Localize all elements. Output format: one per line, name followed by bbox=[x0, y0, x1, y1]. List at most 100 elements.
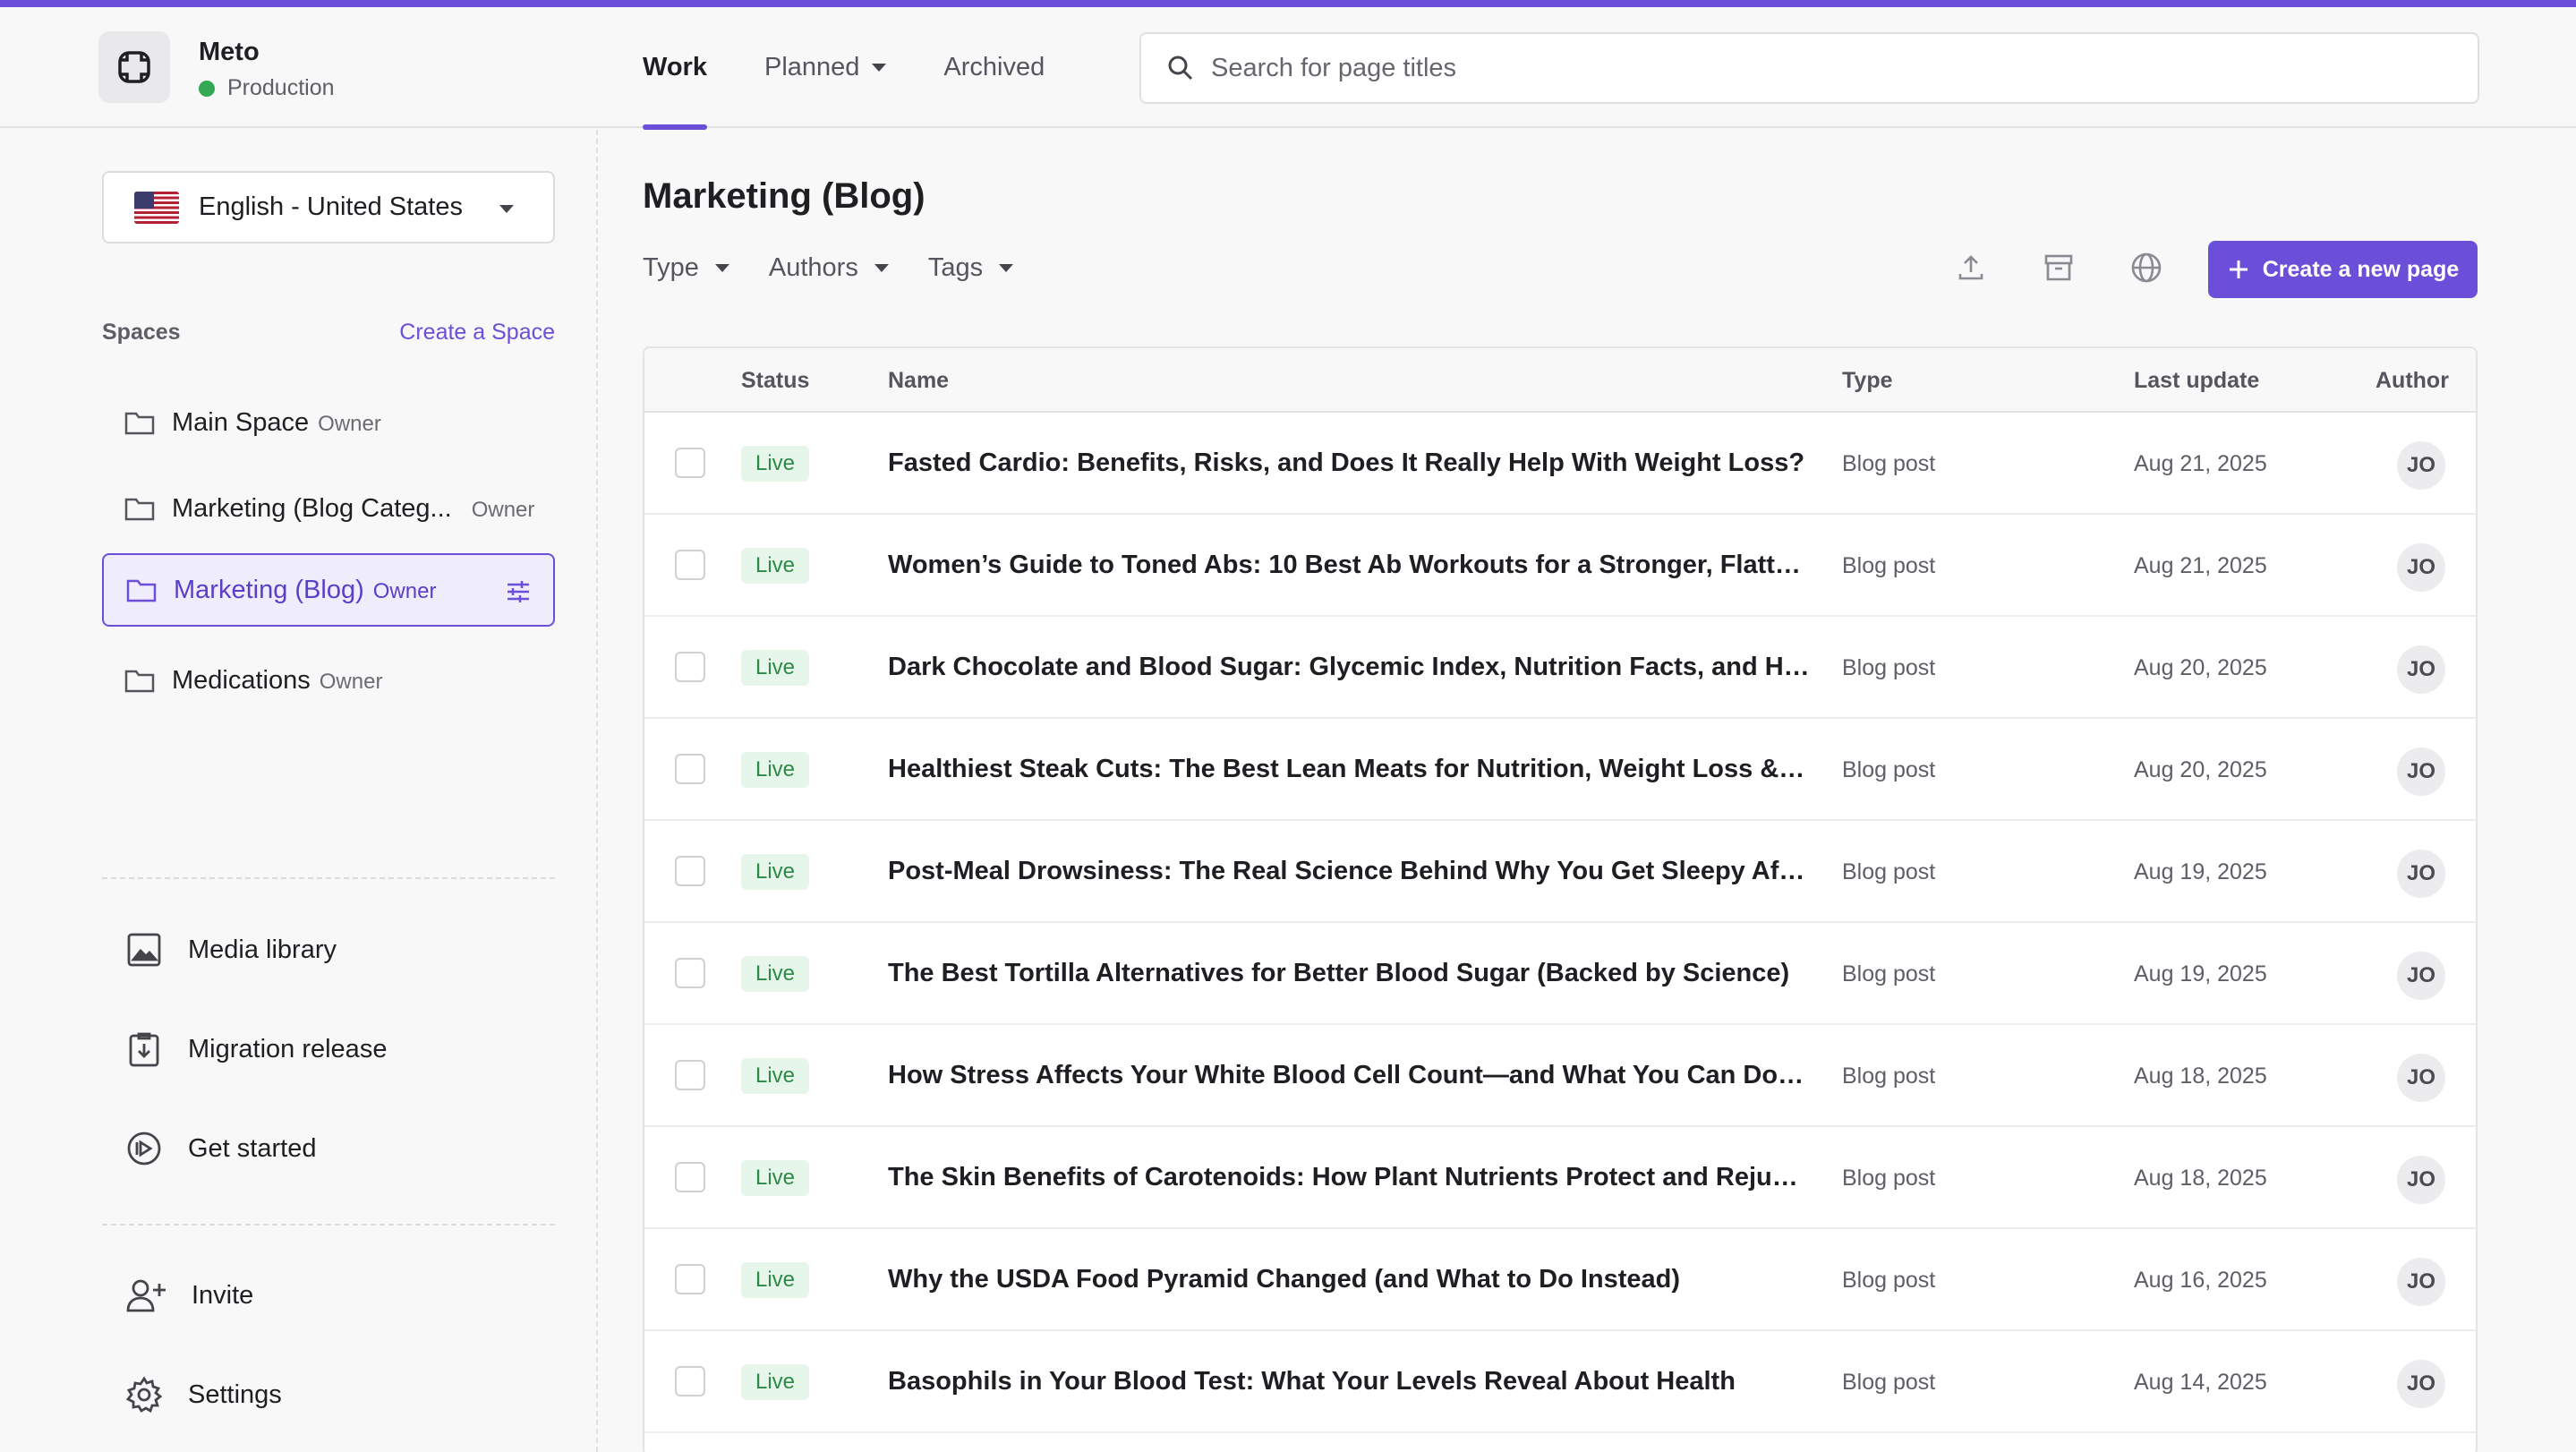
page-name-link[interactable]: The Best Tortilla Alternatives for Bette… bbox=[888, 959, 1810, 988]
environment-label: Production bbox=[227, 75, 335, 100]
table-row[interactable]: Live Women’s Guide to Toned Abs: 10 Best … bbox=[644, 515, 2476, 617]
status-badge: Live bbox=[741, 650, 810, 686]
space-item-marketing-blog[interactable]: Marketing (Blog) Owner bbox=[102, 553, 555, 627]
column-status[interactable]: Status bbox=[741, 368, 809, 394]
page-name-link[interactable]: Post-Meal Drowsiness: The Real Science B… bbox=[888, 857, 1810, 886]
table-row[interactable]: Live Dark Chocolate and Blood Sugar: Glyc… bbox=[644, 617, 2476, 719]
author-avatar[interactable]: JO bbox=[2397, 952, 2445, 1000]
page-name-link[interactable]: Dark Chocolate and Blood Sugar: Glycemic… bbox=[888, 653, 1810, 682]
row-checkbox[interactable] bbox=[675, 1264, 705, 1294]
column-type[interactable]: Type bbox=[1842, 368, 1893, 394]
page-type: Blog post bbox=[1842, 1268, 1936, 1293]
column-last-update[interactable]: Last update bbox=[2134, 368, 2259, 394]
author-avatar[interactable]: JO bbox=[2397, 850, 2445, 898]
export-button[interactable] bbox=[1951, 248, 1991, 287]
create-space-link[interactable]: Create a Space bbox=[399, 320, 555, 346]
play-circle-icon bbox=[127, 1132, 161, 1166]
space-name: Medications bbox=[172, 665, 311, 695]
app-logo[interactable] bbox=[98, 31, 170, 103]
table-row[interactable]: Live Basophils in Your Blood Test: What Y… bbox=[644, 1331, 2476, 1433]
row-checkbox[interactable] bbox=[675, 1366, 705, 1396]
column-author[interactable]: Author bbox=[2376, 368, 2449, 394]
author-avatar[interactable]: JO bbox=[2397, 441, 2445, 490]
row-checkbox[interactable] bbox=[675, 958, 705, 988]
table-row[interactable]: Live How Stress Affects Your White Blood … bbox=[644, 1025, 2476, 1127]
tune-settings-icon[interactable] bbox=[505, 578, 532, 605]
author-avatar[interactable]: JO bbox=[2397, 1054, 2445, 1102]
space-item-medications[interactable]: Medications Owner bbox=[102, 644, 555, 717]
author-avatar[interactable]: JO bbox=[2397, 1360, 2445, 1408]
author-avatar[interactable]: JO bbox=[2397, 747, 2445, 796]
language-label: English - United States bbox=[199, 192, 463, 221]
space-item-main-space[interactable]: Main Space Owner bbox=[102, 386, 555, 459]
tab-planned[interactable]: Planned bbox=[764, 7, 887, 128]
row-checkbox[interactable] bbox=[675, 856, 705, 886]
table-row[interactable]: Live The Best Tortilla Alternatives for B… bbox=[644, 923, 2476, 1025]
row-checkbox[interactable] bbox=[675, 448, 705, 478]
filter-type[interactable]: Type bbox=[643, 253, 729, 283]
row-checkbox[interactable] bbox=[675, 550, 705, 580]
nav-get-started[interactable]: Get started bbox=[125, 1130, 316, 1167]
spaces-header: Spaces Create a Space bbox=[102, 320, 555, 346]
create-page-label: Create a new page bbox=[2262, 256, 2460, 282]
tab-archived[interactable]: Archived bbox=[943, 7, 1045, 128]
environment-status[interactable]: Production bbox=[199, 75, 335, 101]
page-name-link[interactable]: Basophils in Your Blood Test: What Your … bbox=[888, 1367, 1810, 1396]
last-update-date: Aug 18, 2025 bbox=[2134, 1166, 2267, 1191]
nav-migration-release[interactable]: Migration release bbox=[125, 1030, 387, 1068]
filter-tags[interactable]: Tags bbox=[927, 253, 1014, 283]
tab-work[interactable]: Work bbox=[643, 7, 707, 130]
language-select[interactable]: English - United States bbox=[102, 171, 555, 243]
folder-icon bbox=[124, 670, 155, 693]
page-name-link[interactable]: Women’s Guide to Toned Abs: 10 Best Ab W… bbox=[888, 551, 1810, 580]
author-avatar[interactable]: JO bbox=[2397, 1258, 2445, 1306]
app-name: Meto bbox=[199, 38, 260, 66]
nav-media-library[interactable]: Media library bbox=[125, 931, 337, 969]
space-name: Marketing (Blog Categ... bbox=[172, 493, 452, 523]
create-page-button[interactable]: Create a new page bbox=[2208, 241, 2478, 298]
archive-button[interactable] bbox=[2039, 248, 2078, 287]
space-role: Owner bbox=[319, 669, 383, 694]
page-name-link[interactable]: Why the USDA Food Pyramid Changed (and W… bbox=[888, 1265, 1810, 1294]
table-row[interactable]: Live Fasted Cardio: Benefits, Risks, and … bbox=[644, 413, 2476, 515]
page-type: Blog post bbox=[1842, 655, 1936, 680]
table-row[interactable]: Live Healthiest Steak Cuts: The Best Lean… bbox=[644, 719, 2476, 821]
page-name-link[interactable]: Fasted Cardio: Benefits, Risks, and Does… bbox=[888, 448, 1810, 478]
nav-label: Invite bbox=[192, 1280, 254, 1310]
nav-settings[interactable]: Settings bbox=[125, 1376, 282, 1414]
page-type: Blog post bbox=[1842, 1063, 1936, 1089]
status-badge: Live bbox=[741, 1160, 810, 1196]
page-name-link[interactable]: How Stress Affects Your White Blood Cell… bbox=[888, 1061, 1810, 1090]
page-name-link[interactable]: The Skin Benefits of Carotenoids: How Pl… bbox=[888, 1163, 1810, 1192]
upload-icon bbox=[1958, 255, 1983, 280]
table-row[interactable]: Live Post-Meal Drowsiness: The Real Scien… bbox=[644, 821, 2476, 923]
search-icon bbox=[1168, 56, 1193, 81]
chevron-down-icon bbox=[999, 264, 1014, 272]
page-name-link[interactable]: Healthiest Steak Cuts: The Best Lean Mea… bbox=[888, 755, 1810, 784]
table-row[interactable]: Live Why the USDA Food Pyramid Changed (a… bbox=[644, 1229, 2476, 1331]
folder-icon bbox=[124, 498, 155, 521]
filter-authors[interactable]: Authors bbox=[769, 253, 889, 283]
table-row[interactable]: Live The Skin Benefits of Carotenoids: Ho… bbox=[644, 1127, 2476, 1229]
status-badge: Live bbox=[741, 854, 810, 890]
space-name: Main Space bbox=[172, 407, 310, 437]
row-checkbox[interactable] bbox=[675, 652, 705, 682]
nav-invite[interactable]: Invite bbox=[125, 1277, 253, 1314]
column-name[interactable]: Name bbox=[888, 368, 949, 394]
row-checkbox[interactable] bbox=[675, 1162, 705, 1192]
tab-archived-label: Archived bbox=[943, 53, 1045, 81]
nav-label: Media library bbox=[188, 935, 337, 964]
user-plus-icon bbox=[126, 1279, 166, 1312]
row-checkbox[interactable] bbox=[675, 1060, 705, 1090]
author-avatar[interactable]: JO bbox=[2397, 1156, 2445, 1204]
filter-label: Tags bbox=[927, 253, 984, 282]
nav-label: Get started bbox=[188, 1133, 317, 1163]
row-checkbox[interactable] bbox=[675, 754, 705, 784]
header: Meto Production Work Planned Archived bbox=[0, 7, 2576, 130]
author-avatar[interactable]: JO bbox=[2397, 645, 2445, 694]
search-input[interactable] bbox=[1211, 53, 2446, 83]
language-globe-button[interactable] bbox=[2127, 248, 2166, 287]
last-update-date: Aug 21, 2025 bbox=[2134, 553, 2267, 578]
space-item-marketing-blog-categories[interactable]: Marketing (Blog Categ... Owner bbox=[102, 472, 555, 545]
author-avatar[interactable]: JO bbox=[2397, 543, 2445, 592]
